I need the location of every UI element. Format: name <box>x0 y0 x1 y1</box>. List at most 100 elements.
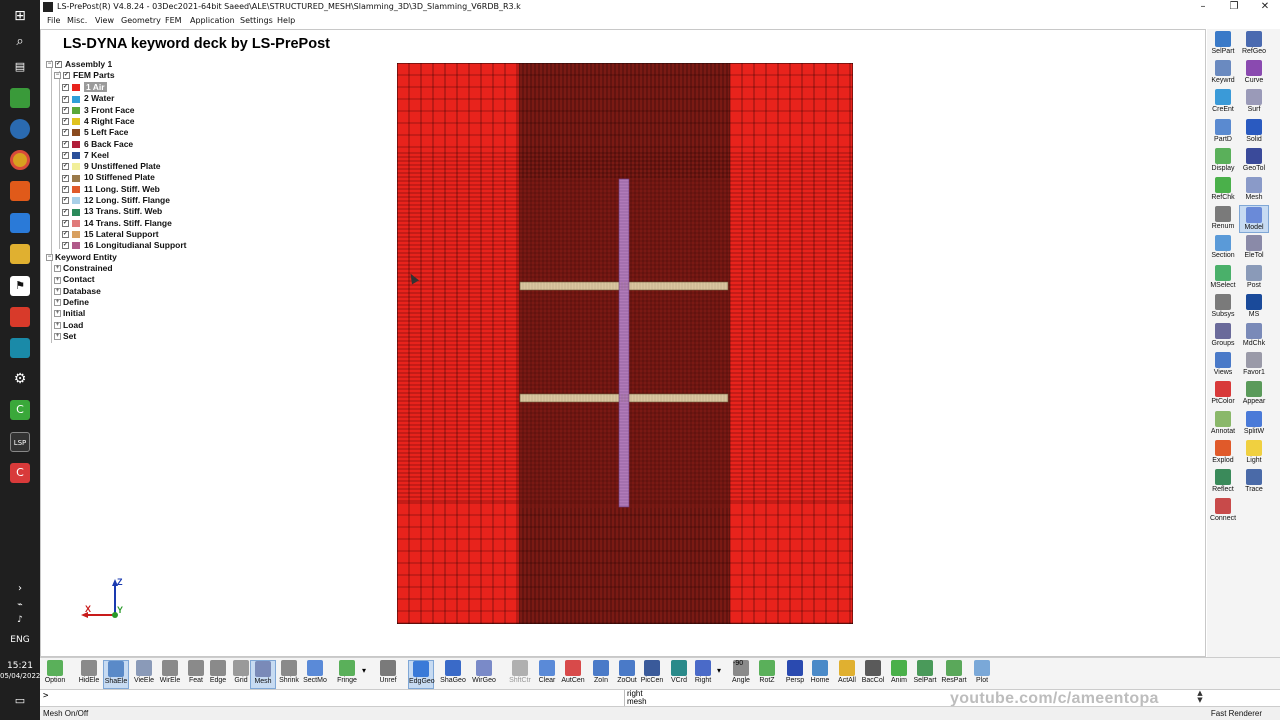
tree-part-item[interactable]: ✓ 9 Unstiffened Plate <box>62 161 161 172</box>
toolbar-button-actall[interactable]: ActAll <box>834 660 860 689</box>
panel-button-mdchk[interactable]: MdChk <box>1239 322 1269 350</box>
toolbar-button-option[interactable]: Option <box>42 660 68 689</box>
volume-icon[interactable]: ♪ <box>0 615 40 625</box>
app-red-icon[interactable] <box>10 307 30 327</box>
toolbar-button-edggeo[interactable]: EdgGeo <box>408 660 435 689</box>
collapse-icon[interactable]: − <box>54 72 61 80</box>
tree-part-item[interactable]: ✓ 5 Left Face <box>62 127 128 138</box>
toolbar-button-right[interactable]: Right <box>690 660 716 689</box>
checkbox-icon[interactable]: ✓ <box>62 152 69 160</box>
toolbar-button-vcrd[interactable]: VCrd <box>666 660 692 689</box>
tree-keyword-item[interactable]: + Database <box>54 286 101 297</box>
panel-button-model[interactable]: Model <box>1239 205 1269 234</box>
panel-button-reflect[interactable]: Reflect <box>1208 468 1238 496</box>
toolbar-button-baccol[interactable]: BacCol <box>860 660 886 689</box>
checkbox-icon[interactable]: ✓ <box>62 231 69 239</box>
minimize-button[interactable]: – <box>1188 0 1218 14</box>
toolbar-button-rotz[interactable]: RotZ <box>754 660 780 689</box>
tree-part-item[interactable]: ✓ 6 Back Face <box>62 139 133 150</box>
tree-part-item[interactable]: ✓ 15 Lateral Support <box>62 229 159 240</box>
tree-part-item[interactable]: ✓ 1 Air <box>62 82 107 93</box>
angle-value[interactable]: -90 <box>733 660 743 667</box>
language-indicator[interactable]: ENG <box>0 635 40 645</box>
menu-geometry[interactable]: Geometry <box>121 14 161 28</box>
scroll-arrows-icon[interactable]: ▲ ▼ <box>1195 690 1205 706</box>
checkbox-icon[interactable]: ✓ <box>62 208 69 216</box>
app-runner-icon[interactable]: ⚑ <box>10 276 30 296</box>
menu-application[interactable]: Application <box>190 14 235 28</box>
panel-button-post[interactable]: Post <box>1239 264 1269 292</box>
panel-button-creent[interactable]: CreEnt <box>1208 88 1238 116</box>
settings-gear-icon[interactable]: ⚙ <box>10 369 30 389</box>
checkbox-icon[interactable]: ✓ <box>55 61 62 69</box>
tree-part-item[interactable]: ✓ 10 Stiffened Plate <box>62 172 155 183</box>
menu-file[interactable]: File <box>47 14 60 28</box>
checkbox-icon[interactable]: ✓ <box>62 197 69 205</box>
tree-keyword-item[interactable]: + Contact <box>54 274 95 285</box>
panel-button-display[interactable]: Display <box>1208 147 1238 175</box>
checkbox-icon[interactable]: ✓ <box>63 72 70 80</box>
mesh-model[interactable] <box>397 63 853 624</box>
panel-button-section[interactable]: Section <box>1208 234 1238 262</box>
panel-button-appear[interactable]: Appear <box>1239 380 1269 408</box>
expand-icon[interactable]: + <box>54 321 61 329</box>
panel-button-views[interactable]: Views <box>1208 351 1238 379</box>
panel-button-keywrd[interactable]: Keywrd <box>1208 59 1238 87</box>
checkbox-icon[interactable]: ✓ <box>62 242 69 250</box>
toolbar-button-shrink[interactable]: Shrink <box>276 660 302 689</box>
chevron-up-icon[interactable]: › <box>0 583 40 594</box>
app-blue-icon[interactable] <box>10 119 30 139</box>
checkbox-icon[interactable]: ✓ <box>62 219 69 227</box>
chrome-icon[interactable] <box>10 150 30 170</box>
toolbar-button-fringe[interactable]: Fringe <box>334 660 360 689</box>
expand-icon[interactable]: + <box>54 299 61 307</box>
panel-button-annotat[interactable]: Annotat <box>1208 410 1238 438</box>
panel-button-mesh[interactable]: Mesh <box>1239 176 1269 204</box>
tree-part-item[interactable]: ✓ 2 Water <box>62 93 114 104</box>
notification-icon[interactable]: ▭ <box>0 694 40 707</box>
lsprepost-taskbar-icon[interactable]: LSP <box>10 432 30 452</box>
tree-part-item[interactable]: ✓ 16 Longitudianal Support <box>62 240 186 251</box>
toolbar-button-anim[interactable]: Anim <box>886 660 912 689</box>
panel-button-surf[interactable]: Surf <box>1239 88 1269 116</box>
view-dropdown-icon[interactable]: ▾ <box>717 666 721 675</box>
panel-button-mselect[interactable]: MSelect <box>1208 264 1238 292</box>
mail-icon[interactable] <box>10 213 30 233</box>
menu-misc[interactable]: Misc. <box>67 14 87 28</box>
app-teal-icon[interactable] <box>10 338 30 358</box>
tree-assembly[interactable]: − ✓ Assembly 1 <box>46 59 112 70</box>
maximize-button[interactable]: ❐ <box>1219 0 1249 14</box>
checkbox-icon[interactable]: ✓ <box>62 185 69 193</box>
menu-help[interactable]: Help <box>277 14 295 28</box>
tree-keyword-item[interactable]: + Load <box>54 320 83 331</box>
app-green-c-icon[interactable]: C <box>10 400 30 420</box>
toolbar-button-respart[interactable]: ResPart <box>941 660 967 689</box>
tree-keyword-item[interactable]: + Constrained <box>54 263 113 274</box>
toolbar-button-clear[interactable]: Clear <box>534 660 560 689</box>
panel-button-refchk[interactable]: RefChk <box>1208 176 1238 204</box>
expand-icon[interactable]: + <box>54 276 61 284</box>
collapse-icon[interactable]: − <box>46 61 53 69</box>
checkbox-icon[interactable]: ✓ <box>62 129 69 137</box>
toolbar-button-shaele[interactable]: ShaEle <box>103 660 129 689</box>
app-orange-icon[interactable] <box>10 181 30 201</box>
toolbar-button-shftctr[interactable]: ShftCtr <box>507 660 533 689</box>
toolbar-button-plot[interactable]: Plot <box>969 660 995 689</box>
panel-button-ptcolor[interactable]: PtColor <box>1208 380 1238 408</box>
toolbar-button-sectmo[interactable]: SectMo <box>302 660 328 689</box>
panel-button-eletol[interactable]: EleTol <box>1239 234 1269 262</box>
panel-button-selpart[interactable]: SelPart <box>1208 30 1238 58</box>
panel-button-favor1[interactable]: Favor1 <box>1239 351 1269 379</box>
toolbar-button-wirele[interactable]: WirEle <box>157 660 183 689</box>
toolbar-button-selpart[interactable]: SelPart <box>912 660 938 689</box>
checkbox-icon[interactable]: ✓ <box>62 163 69 171</box>
panel-button-solid[interactable]: Solid <box>1239 118 1269 146</box>
toolbar-button-vieele[interactable]: VieEle <box>131 660 157 689</box>
toolbar-button-piccen[interactable]: PicCen <box>639 660 665 689</box>
network-icon[interactable]: ⌁ <box>0 600 40 610</box>
tree-part-item[interactable]: ✓ 11 Long. Stiff. Web <box>62 184 160 195</box>
checkbox-icon[interactable]: ✓ <box>62 140 69 148</box>
toolbar-button-home[interactable]: Home <box>807 660 833 689</box>
collapse-icon[interactable]: − <box>46 254 53 262</box>
checkbox-icon[interactable]: ✓ <box>62 118 69 126</box>
